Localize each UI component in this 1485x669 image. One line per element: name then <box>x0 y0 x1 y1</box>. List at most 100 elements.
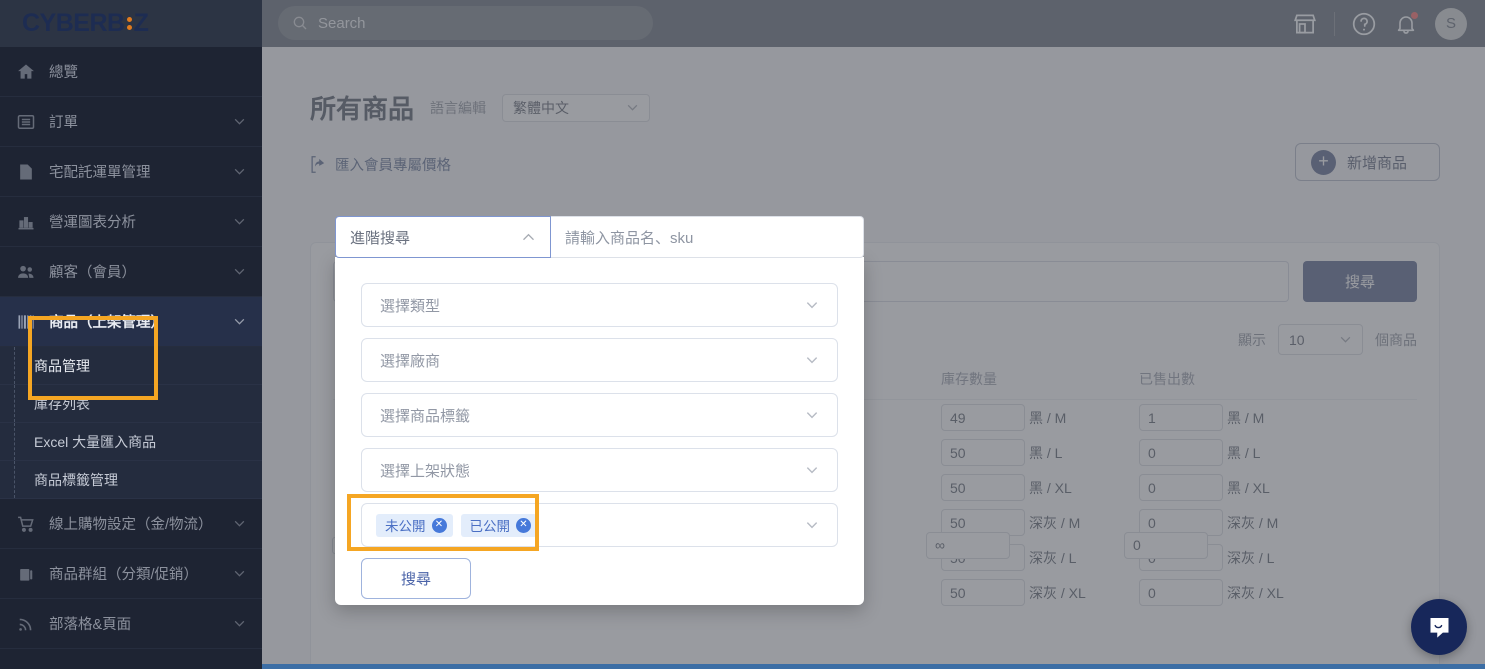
sidebar-label-shop-settings: 線上購物設定（金/物流） <box>49 517 213 533</box>
advanced-search-header: 進階搜尋 請輸入商品名、sku <box>335 216 864 258</box>
sidebar-item-product-tags[interactable]: 商品標籤管理 <box>0 461 262 499</box>
sidebar-label-product-groups: 商品群組（分類/促銷） <box>49 567 199 583</box>
global-search-input[interactable]: Search <box>278 6 653 40</box>
type-select[interactable]: 選擇類型 <box>361 283 838 327</box>
sidebar-item-products[interactable]: 商品（上架管理） <box>0 297 262 347</box>
store-icon[interactable] <box>1292 11 1318 37</box>
panel-search-label: 搜尋 <box>400 571 431 588</box>
sold-variant: 黑 / XL <box>1227 479 1270 496</box>
stock-input[interactable]: 50 <box>941 579 1025 606</box>
import-icon <box>311 156 325 173</box>
vendor-select[interactable]: 選擇廠商 <box>361 338 838 382</box>
chevron-down-icon <box>806 467 818 474</box>
chevron-down-icon <box>234 620 245 627</box>
search-icon <box>293 16 307 30</box>
sold-variant: 黑 / M <box>1227 409 1265 426</box>
barcode-icon <box>18 314 34 329</box>
top-bar: CYBERB Z Search S <box>0 0 1485 47</box>
topbar-divider <box>1334 11 1335 36</box>
rss-icon <box>19 618 32 631</box>
sold-input[interactable]: 1 <box>1139 404 1223 431</box>
briefcase-icon <box>20 568 33 581</box>
sidebar-item-blog-pages[interactable]: 部落格&頁面 <box>0 599 262 649</box>
stock-input[interactable]: ∞ <box>926 531 1010 559</box>
sidebar-sublabel-inventory-list: 庫存列表 <box>34 395 90 412</box>
sidebar-item-inventory-list[interactable]: 庫存列表 <box>0 385 262 423</box>
chevron-down-icon <box>806 412 818 419</box>
chevron-down-icon <box>806 357 818 364</box>
notification-badge <box>1411 11 1418 19</box>
language-select-value: 繁體中文 <box>513 99 570 116</box>
sidebar-item-overview[interactable]: 總覽 <box>0 47 262 97</box>
import-member-price-link[interactable]: 匯入會員專屬價格 <box>310 154 1437 175</box>
sidebar-item-orders[interactable]: 訂單 <box>0 97 262 147</box>
chevron-down-icon <box>234 520 245 527</box>
shelf-status-select[interactable]: 選擇上架狀態 <box>361 448 838 492</box>
page-title-row: 所有商品 語言編輯 繁體中文 <box>310 89 1437 126</box>
search-submit-button[interactable]: 搜尋 <box>1303 261 1417 302</box>
per-page-select[interactable]: 10 <box>1278 324 1363 355</box>
sidebar-item-analytics[interactable]: 營運圖表分析 <box>0 197 262 247</box>
sidebar-item-shipping[interactable]: 宅配託運單管理 <box>0 147 262 197</box>
sold-input[interactable]: 0 <box>1139 474 1223 501</box>
shelf-status-select-label: 選擇上架狀態 <box>380 462 471 480</box>
bottom-scroll-strip[interactable] <box>262 664 1485 669</box>
th-sold-variant <box>1227 369 1417 400</box>
keyword-input[interactable]: 請輸入商品名、sku <box>551 216 864 258</box>
stock-input[interactable]: 50 <box>941 439 1025 466</box>
user-avatar[interactable]: S <box>1435 7 1467 40</box>
sidebar-label-blog-pages: 部落格&頁面 <box>49 617 132 633</box>
document-icon <box>20 164 32 179</box>
type-select-label: 選擇類型 <box>380 297 441 315</box>
chevron-up-icon <box>523 233 534 240</box>
import-member-price-label: 匯入會員專屬價格 <box>335 158 451 174</box>
panel-search-button[interactable]: 搜尋 <box>361 558 471 599</box>
advanced-search-label: 進階搜尋 <box>350 229 411 247</box>
home-icon <box>18 64 34 79</box>
sidebar-item-shop-settings[interactable]: 線上購物設定（金/物流） <box>0 499 262 549</box>
chip-published[interactable]: 已公開 ✕ <box>460 513 537 537</box>
advanced-search-toggle[interactable]: 進階搜尋 <box>335 216 551 258</box>
stock-input[interactable]: 49 <box>941 404 1025 431</box>
logo-text-pre: CYBERB <box>22 9 125 37</box>
sidebar-item-product-groups[interactable]: 商品群組（分類/促銷） <box>0 549 262 599</box>
sidebar-label-analytics: 營運圖表分析 <box>49 215 136 231</box>
bell-icon[interactable] <box>1393 11 1419 37</box>
stock-variant: 深灰 / XL <box>1029 584 1086 601</box>
stock-input[interactable]: 50 <box>941 474 1025 501</box>
per-page-value: 10 <box>1289 331 1305 348</box>
chevron-down-icon <box>806 302 818 309</box>
brand-logo[interactable]: CYBERB Z <box>0 0 262 47</box>
vendor-select-label: 選擇廠商 <box>380 352 441 370</box>
logo-dots-icon <box>126 16 132 31</box>
chevron-down-icon <box>234 268 245 275</box>
sidebar-label-orders: 訂單 <box>49 115 78 131</box>
add-product-button[interactable]: + 新增商品 <box>1295 143 1440 181</box>
chip-remove-icon[interactable]: ✕ <box>431 517 447 533</box>
sidebar-submenu-products: 商品管理 庫存列表 Excel 大量匯入商品 商品標籤管理 <box>0 347 262 499</box>
language-select[interactable]: 繁體中文 <box>502 93 651 122</box>
th-sold: 已售出數 <box>1139 369 1227 400</box>
chevron-down-icon <box>806 522 818 529</box>
chip-remove-icon[interactable]: ✕ <box>516 517 531 533</box>
sidebar-label-overview: 總覽 <box>49 65 78 81</box>
plus-icon: + <box>1311 149 1336 175</box>
sold-variant: 黑 / L <box>1227 444 1261 461</box>
sold-input[interactable]: 0 <box>1124 531 1208 559</box>
sidebar-sublabel-excel-import: Excel 大量匯入商品 <box>34 433 157 450</box>
sold-input[interactable]: 0 <box>1139 579 1223 606</box>
sidebar-label-shipping: 宅配託運單管理 <box>49 165 151 181</box>
sold-input[interactable]: 0 <box>1139 439 1223 466</box>
page-title: 所有商品 <box>310 94 415 124</box>
tag-select[interactable]: 選擇商品標籤 <box>361 393 838 437</box>
visibility-select[interactable]: 未公開 ✕ 已公開 ✕ <box>361 503 838 547</box>
tag-select-label: 選擇商品標籤 <box>380 407 471 425</box>
sidebar-item-customers[interactable]: 顧客（會員） <box>0 247 262 297</box>
sidebar-item-excel-import[interactable]: Excel 大量匯入商品 <box>0 423 262 461</box>
sidebar-item-product-management[interactable]: 商品管理 <box>0 347 262 385</box>
help-icon[interactable] <box>1351 11 1377 37</box>
chip-unpublished[interactable]: 未公開 ✕ <box>376 513 453 537</box>
sidebar-sublabel-product-management: 商品管理 <box>34 357 90 374</box>
chevron-down-icon <box>1340 336 1351 343</box>
chat-launcher[interactable] <box>1411 599 1467 655</box>
